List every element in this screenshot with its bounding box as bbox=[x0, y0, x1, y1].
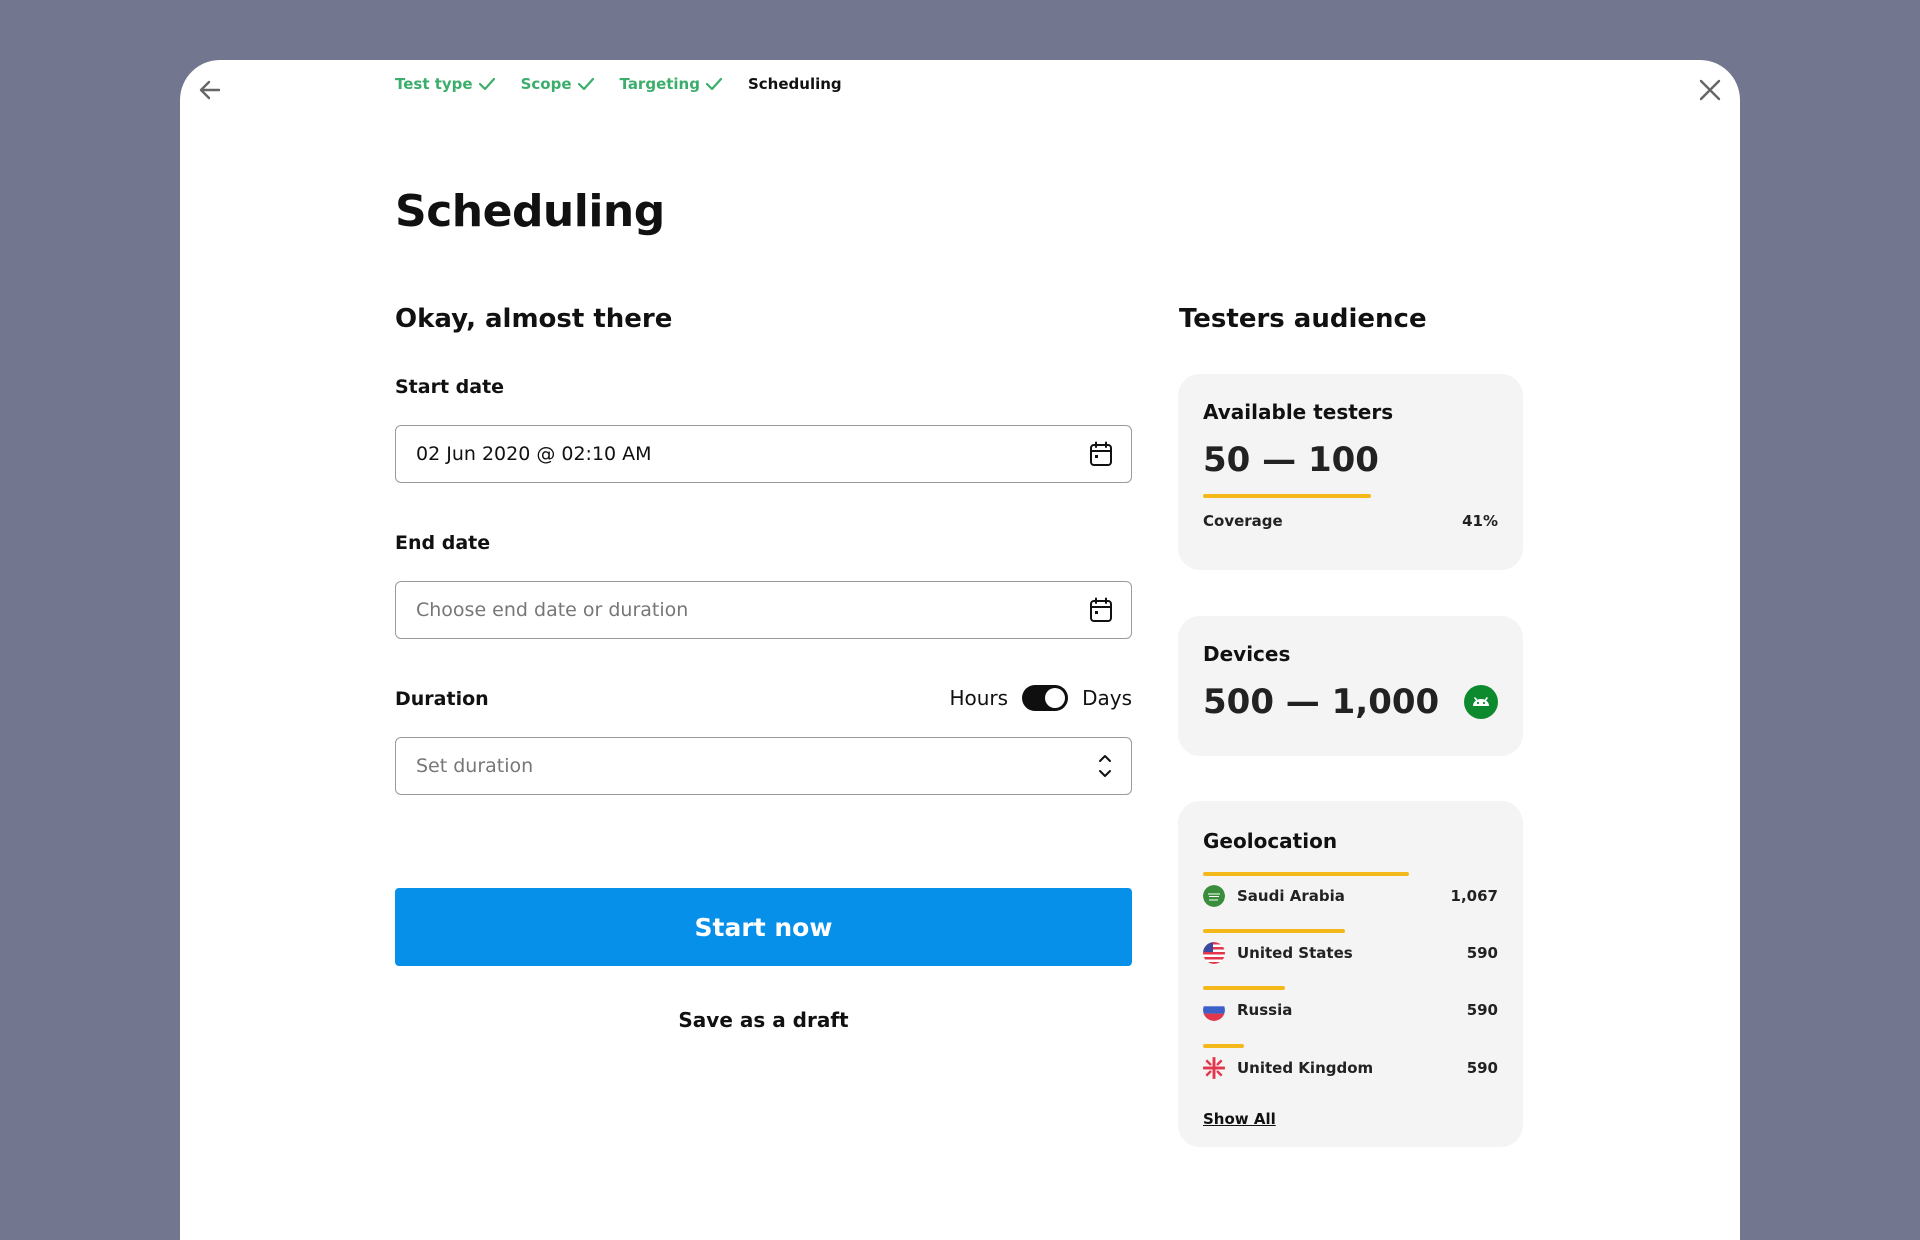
devices-title: Devices bbox=[1203, 642, 1291, 666]
geo-country-count: 1,067 bbox=[1450, 887, 1498, 905]
end-date-label: End date bbox=[395, 532, 491, 554]
united-kingdom-flag-icon bbox=[1203, 1057, 1225, 1079]
available-testers-range: 50 — 100 bbox=[1203, 440, 1379, 480]
coverage-bar bbox=[1203, 494, 1371, 498]
toggle-hours-label[interactable]: Hours bbox=[949, 686, 1008, 710]
devices-card: Devices 500 — 1,000 bbox=[1178, 616, 1523, 756]
page-title: Scheduling bbox=[395, 186, 665, 237]
geo-country-count: 590 bbox=[1466, 1059, 1498, 1077]
calendar-icon[interactable] bbox=[1089, 597, 1113, 623]
end-date-field[interactable] bbox=[395, 581, 1132, 639]
available-testers-title: Available testers bbox=[1203, 400, 1394, 424]
end-date-input[interactable] bbox=[414, 598, 1089, 622]
check-icon bbox=[577, 77, 594, 91]
start-date-field[interactable] bbox=[395, 425, 1132, 483]
geolocation-card: Geolocation Saudi Arabia 1,067 United St… bbox=[1178, 801, 1523, 1147]
devices-range: 500 — 1,000 bbox=[1203, 682, 1440, 722]
geo-share-bar bbox=[1203, 872, 1409, 876]
arrow-left-icon bbox=[199, 80, 221, 100]
start-now-button[interactable]: Start now bbox=[395, 888, 1132, 966]
toggle-knob bbox=[1045, 688, 1066, 708]
step-label: Targeting bbox=[619, 75, 700, 93]
stepper-arrows-icon[interactable] bbox=[1097, 751, 1113, 781]
check-icon bbox=[478, 77, 495, 91]
saudi-arabia-flag-icon bbox=[1203, 885, 1225, 907]
available-testers-card: Available testers 50 — 100 Coverage 41% bbox=[1178, 374, 1523, 570]
calendar-icon[interactable] bbox=[1089, 441, 1113, 467]
step-targeting[interactable]: Targeting bbox=[620, 75, 722, 93]
step-scheduling: Scheduling bbox=[748, 75, 842, 93]
geo-country-name: United States bbox=[1237, 944, 1353, 962]
geo-country-count: 590 bbox=[1466, 944, 1498, 962]
android-icon bbox=[1464, 685, 1498, 719]
duration-input[interactable] bbox=[414, 754, 1097, 778]
duration-unit-switch: Hours Days bbox=[949, 685, 1132, 711]
step-scope[interactable]: Scope bbox=[521, 75, 594, 93]
show-all-link[interactable]: Show All bbox=[1203, 1110, 1276, 1128]
duration-label: Duration bbox=[395, 688, 489, 710]
save-draft-button[interactable]: Save as a draft bbox=[395, 1000, 1132, 1040]
step-label: Test type bbox=[395, 75, 473, 93]
form-subtitle: Okay, almost there bbox=[395, 304, 673, 334]
russia-flag-icon bbox=[1203, 999, 1225, 1021]
geo-country-name: United Kingdom bbox=[1237, 1059, 1374, 1077]
coverage-label: Coverage bbox=[1203, 512, 1283, 530]
start-date-input[interactable] bbox=[414, 442, 1089, 466]
wizard-modal: Test type Scope Targeting Scheduling Sch… bbox=[180, 60, 1740, 1240]
geo-share-bar bbox=[1203, 929, 1345, 933]
back-button[interactable] bbox=[192, 72, 228, 108]
geo-share-bar bbox=[1203, 1044, 1244, 1048]
step-label: Scope bbox=[520, 75, 572, 93]
close-icon bbox=[1699, 79, 1721, 101]
united-states-flag-icon bbox=[1203, 942, 1225, 964]
audience-title: Testers audience bbox=[1179, 304, 1427, 334]
hours-days-toggle[interactable] bbox=[1022, 685, 1069, 711]
duration-field[interactable] bbox=[395, 737, 1132, 795]
wizard-stepper: Test type Scope Targeting Scheduling bbox=[395, 75, 842, 93]
geo-country-count: 590 bbox=[1466, 1001, 1498, 1019]
geo-country-name: Russia bbox=[1237, 1001, 1293, 1019]
check-icon bbox=[705, 77, 722, 91]
coverage-value: 41% bbox=[1462, 512, 1498, 530]
step-test-type[interactable]: Test type bbox=[395, 75, 495, 93]
close-button[interactable] bbox=[1692, 72, 1728, 108]
geo-share-bar bbox=[1203, 986, 1285, 990]
start-date-label: Start date bbox=[395, 376, 505, 398]
step-label: Scheduling bbox=[747, 75, 842, 93]
geolocation-title: Geolocation bbox=[1203, 829, 1338, 853]
toggle-days-label[interactable]: Days bbox=[1082, 686, 1132, 710]
geo-country-name: Saudi Arabia bbox=[1237, 887, 1345, 905]
